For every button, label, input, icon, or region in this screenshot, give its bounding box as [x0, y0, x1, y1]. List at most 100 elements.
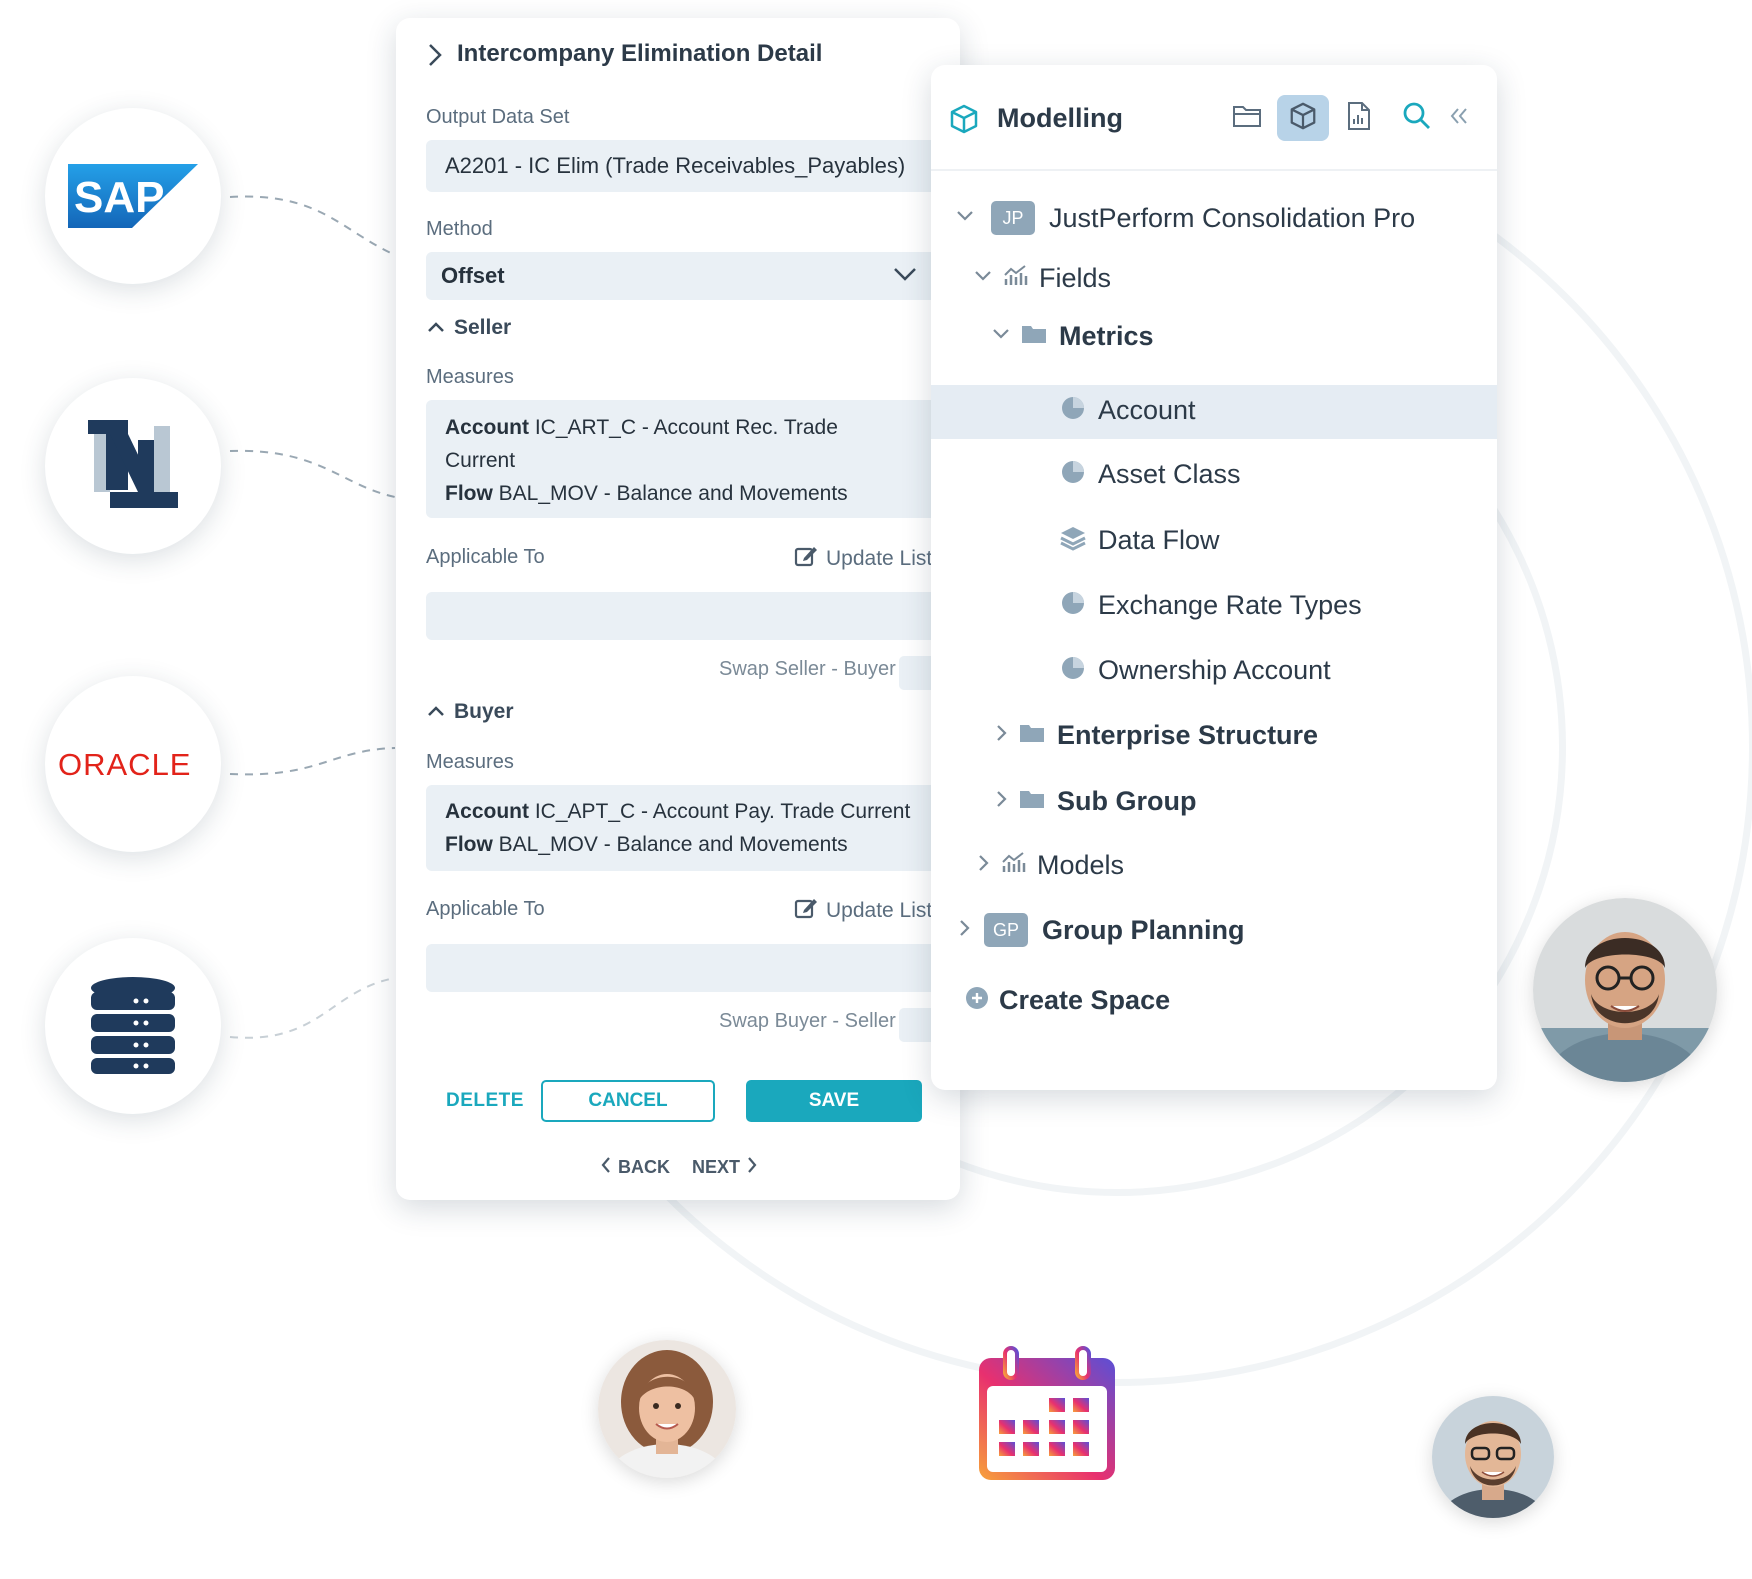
cancel-button[interactable]: CANCEL — [541, 1080, 715, 1122]
tree-item-account[interactable]: Account — [1060, 395, 1196, 426]
buyer-measures-box[interactable]: Account IC_APT_C - Account Pay. Trade Cu… — [426, 785, 960, 871]
enterprise-structure-label: Enterprise Structure — [1057, 720, 1319, 750]
dimension-icon — [1060, 655, 1086, 686]
seller-account-label: Account — [445, 416, 529, 439]
seller-update-list-button[interactable]: Update List — [794, 544, 932, 574]
oracle-logo-circle: ORACLE — [45, 676, 221, 852]
account-label: Account — [1098, 395, 1196, 425]
report-button[interactable] — [1333, 95, 1385, 141]
buyer-account-value: IC_APT_C - Account Pay. Trade Current — [534, 800, 911, 823]
fields-label: Fields — [1039, 263, 1112, 293]
space-badge-gp: GP — [984, 913, 1028, 947]
create-space-label: Create Space — [999, 985, 1171, 1015]
folder-icon — [1019, 788, 1045, 815]
seller-measures-box[interactable]: Account IC_ART_C - Account Rec. Trade Cu… — [426, 400, 960, 518]
method-value: Offset — [441, 263, 505, 288]
oracle-logo: ORACLE — [58, 747, 190, 782]
chevron-down-icon — [955, 209, 975, 228]
seller-flow-label: Flow — [445, 482, 493, 505]
dimension-icon — [1060, 395, 1086, 426]
chevron-right-icon[interactable] — [426, 42, 444, 73]
buyer-account-line: Account IC_APT_C - Account Pay. Trade Cu… — [445, 800, 910, 824]
seller-account-line: Account IC_ART_C - Account Rec. Trade — [445, 416, 838, 440]
seller-applicable-to-field[interactable] — [426, 592, 960, 640]
buyer-flow-value: BAL_MOV - Balance and Movements — [498, 833, 848, 856]
back-label: BACK — [618, 1157, 670, 1177]
plus-circle-icon — [965, 986, 989, 1015]
double-chevron-left-icon — [1449, 106, 1469, 131]
seller-flow-line: Flow BAL_MOV - Balance and Movements — [445, 482, 848, 506]
chevron-up-icon — [426, 316, 446, 340]
user-avatar-man-small — [1432, 1396, 1554, 1518]
metrics-label: Metrics — [1059, 321, 1154, 351]
chevron-right-icon — [995, 789, 1009, 814]
svg-text:SAP: SAP — [74, 173, 164, 222]
tree-space-justperform[interactable]: JP JustPerform Consolidation Pro — [955, 201, 1415, 235]
seller-measures-label: Measures — [426, 366, 514, 388]
buyer-flow-line: Flow BAL_MOV - Balance and Movements — [445, 833, 848, 857]
buyer-flow-label: Flow — [445, 833, 493, 856]
swap-buyer-seller-label: Swap Buyer - Seller — [719, 1010, 896, 1032]
chevron-up-icon — [426, 700, 446, 724]
folder-icon — [1232, 103, 1262, 134]
space-name-jp: JustPerform Consolidation Pro — [1049, 202, 1416, 233]
tree-item-sub-group[interactable]: Sub Group — [995, 786, 1196, 817]
create-space-button[interactable]: Create Space — [965, 985, 1170, 1016]
chevron-down-icon — [892, 264, 918, 289]
tree-item-models[interactable]: Models — [977, 850, 1124, 881]
exchange-rate-types-label: Exchange Rate Types — [1098, 590, 1362, 620]
back-button[interactable]: BACK — [600, 1156, 670, 1179]
tree-space-group-planning[interactable]: GP Group Planning — [958, 913, 1245, 947]
seller-account-value-line2: Current — [445, 449, 516, 472]
method-label: Method — [426, 218, 493, 240]
dimension-icon — [1060, 459, 1086, 490]
chevron-down-icon — [991, 327, 1011, 346]
seller-section-toggle[interactable]: Seller — [426, 316, 511, 340]
delete-button[interactable]: DELETE — [446, 1090, 524, 1112]
asset-class-label: Asset Class — [1098, 459, 1241, 489]
sub-group-label: Sub Group — [1057, 786, 1197, 816]
user-avatar-man-large — [1533, 898, 1717, 1082]
method-select[interactable]: Offset — [426, 252, 960, 300]
seller-header: Seller — [454, 316, 512, 339]
user-avatar-woman — [598, 1340, 736, 1478]
search-button[interactable] — [1391, 95, 1443, 141]
edit-icon — [794, 896, 818, 926]
output-data-set-value: A2201 - IC Elim (Trade Receivables_Payab… — [445, 153, 906, 178]
cube-button[interactable] — [1277, 95, 1329, 141]
tree-item-exchange-rate-types[interactable]: Exchange Rate Types — [1060, 590, 1362, 621]
models-label: Models — [1037, 850, 1125, 880]
tree-item-data-flow[interactable]: Data Flow — [1060, 525, 1220, 556]
sap-logo-circle: SAP — [45, 108, 221, 284]
next-button[interactable]: NEXT — [692, 1156, 758, 1179]
tree-item-fields[interactable]: Fields — [973, 263, 1111, 294]
tree-item-asset-class[interactable]: Asset Class — [1060, 459, 1241, 490]
seller-flow-value: BAL_MOV - Balance and Movements — [498, 482, 848, 505]
swap-seller-buyer-label: Swap Seller - Buyer — [719, 658, 896, 680]
chart-icon — [1003, 265, 1029, 292]
panel-title: Intercompany Elimination Detail — [457, 40, 823, 67]
data-flow-label: Data Flow — [1098, 525, 1220, 555]
seller-account-value: IC_ART_C - Account Rec. Trade — [534, 416, 838, 439]
space-badge-jp: JP — [991, 201, 1035, 235]
output-data-set-label: Output Data Set — [426, 106, 570, 128]
buyer-section-toggle[interactable]: Buyer — [426, 700, 514, 724]
tree-item-enterprise-structure[interactable]: Enterprise Structure — [995, 720, 1318, 751]
chevron-down-icon — [973, 269, 993, 288]
buyer-applicable-to-field[interactable] — [426, 944, 960, 992]
next-label: NEXT — [692, 1157, 741, 1177]
chevron-right-icon — [958, 918, 972, 943]
calendar-icon — [977, 1346, 1117, 1482]
intercompany-elimination-panel: Intercompany Elimination Detail Output D… — [396, 18, 960, 1200]
buyer-update-list-button[interactable]: Update List — [794, 896, 932, 926]
output-data-set-field[interactable]: A2201 - IC Elim (Trade Receivables_Payab… — [426, 140, 960, 192]
collapse-button[interactable] — [1439, 95, 1479, 141]
panel-divider — [931, 169, 1497, 171]
tree-item-ownership-account[interactable]: Ownership Account — [1060, 655, 1331, 686]
folder-icon — [1021, 323, 1047, 350]
group-planning-label: Group Planning — [1042, 914, 1245, 945]
folder-button[interactable] — [1221, 95, 1273, 141]
save-button[interactable]: SAVE — [746, 1080, 922, 1122]
edit-icon — [794, 544, 818, 574]
tree-item-metrics[interactable]: Metrics — [991, 321, 1154, 352]
